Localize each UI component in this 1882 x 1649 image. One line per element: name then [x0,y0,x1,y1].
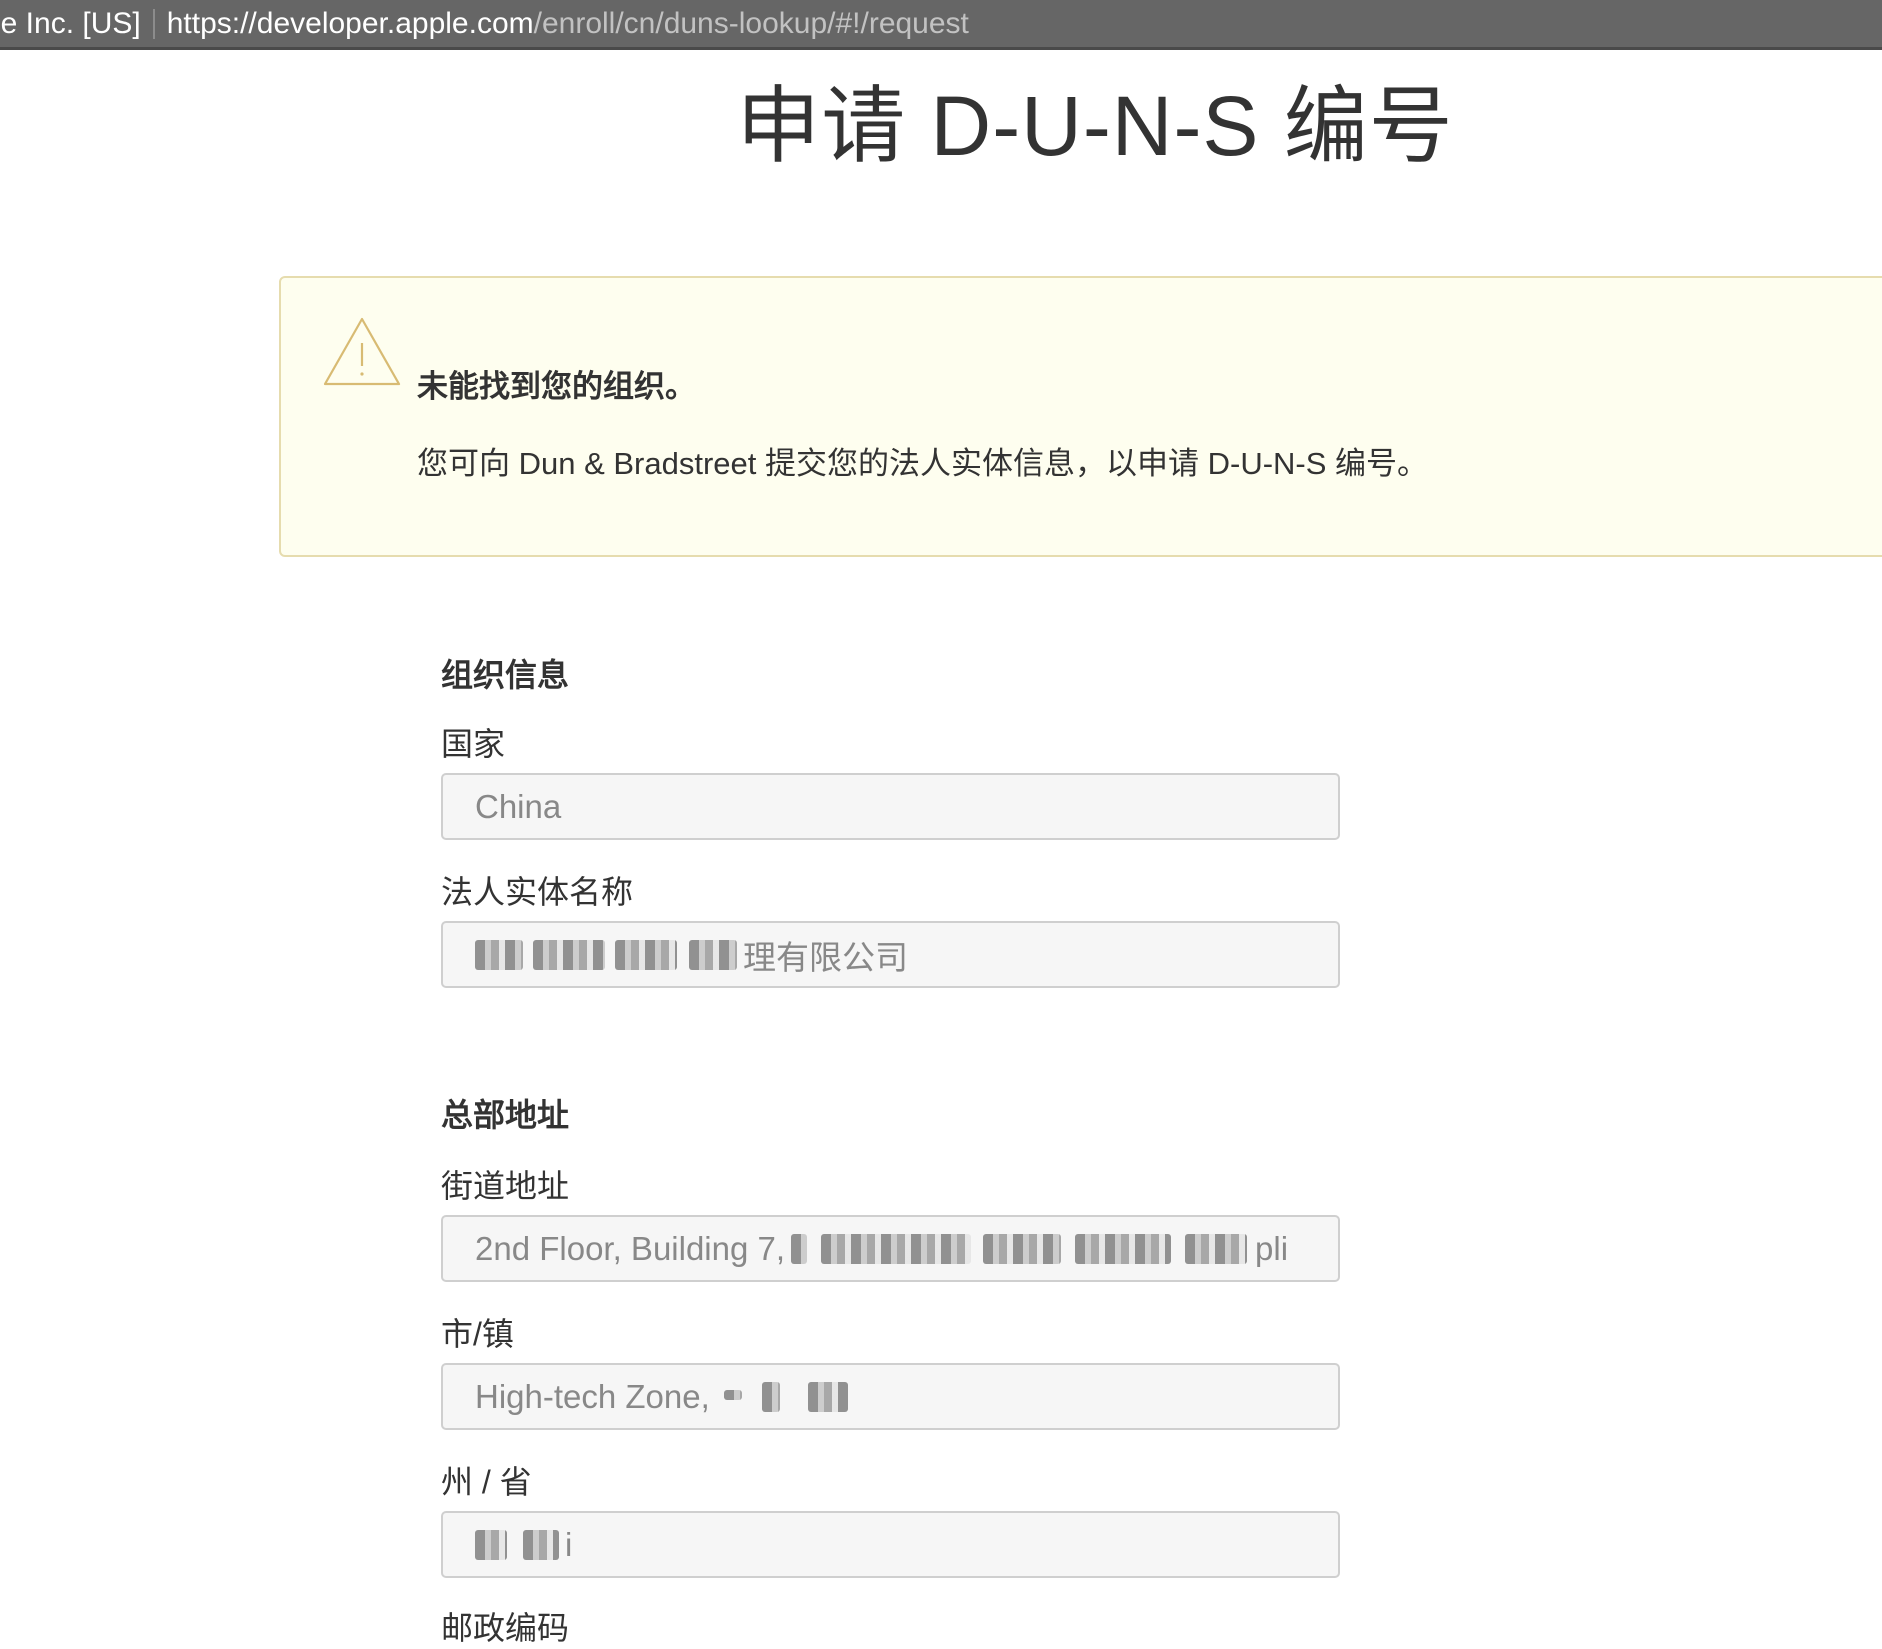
redacted-text [723,1381,894,1412]
redacted-text [791,1233,1255,1264]
legal-entity-name-label: 法人实体名称 [441,874,634,910]
city-label: 市/镇 [441,1316,514,1352]
street-address-value: 2nd Floor, Building 7, [475,1229,786,1267]
alert-heading: 未能找到您的组织。 [417,369,696,404]
state-province-value: i [565,1525,573,1563]
address-bar-divider [152,8,155,39]
street-address-label: 街道地址 [441,1168,570,1204]
page-title: 申请 D-U-N-S 编号 [736,79,1454,173]
browser-address-bar[interactable]: le Inc. [US] https://developer.apple.com… [0,0,1882,50]
section-title-headquarters: 总部地址 [441,1097,570,1133]
postal-code-label: 邮政编码 [441,1610,570,1646]
warning-triangle-icon [323,317,401,386]
street-address-value-tail: pli [1255,1229,1289,1267]
section-title-organization: 组织信息 [441,657,570,693]
country-field[interactable] [441,773,1340,840]
city-value: High-tech Zone, [475,1377,710,1415]
url-host[interactable]: https://developer.apple.com [167,8,534,39]
state-province-label: 州 / 省 [441,1464,532,1500]
alert-body: 您可向 Dun & Bradstreet 提交您的法人实体信息，以申请 D-U-… [417,446,1429,481]
state-province-field[interactable]: i [441,1511,1340,1578]
city-field[interactable]: High-tech Zone, [441,1363,1340,1430]
legal-entity-name-field[interactable]: 理有限公司 [441,921,1340,988]
certificate-label[interactable]: le Inc. [US] [0,8,153,39]
street-address-field[interactable]: 2nd Floor, Building 7, pli [441,1215,1340,1282]
redacted-text [475,939,743,970]
url-path[interactable]: /enroll/cn/duns-lookup/#!/request [534,8,969,39]
country-label: 国家 [441,726,506,762]
redacted-text [475,1529,565,1560]
legal-entity-name-value: 理有限公司 [743,938,908,976]
warning-alert: 未能找到您的组织。 您可向 Dun & Bradstreet 提交您的法人实体信… [279,276,1882,557]
